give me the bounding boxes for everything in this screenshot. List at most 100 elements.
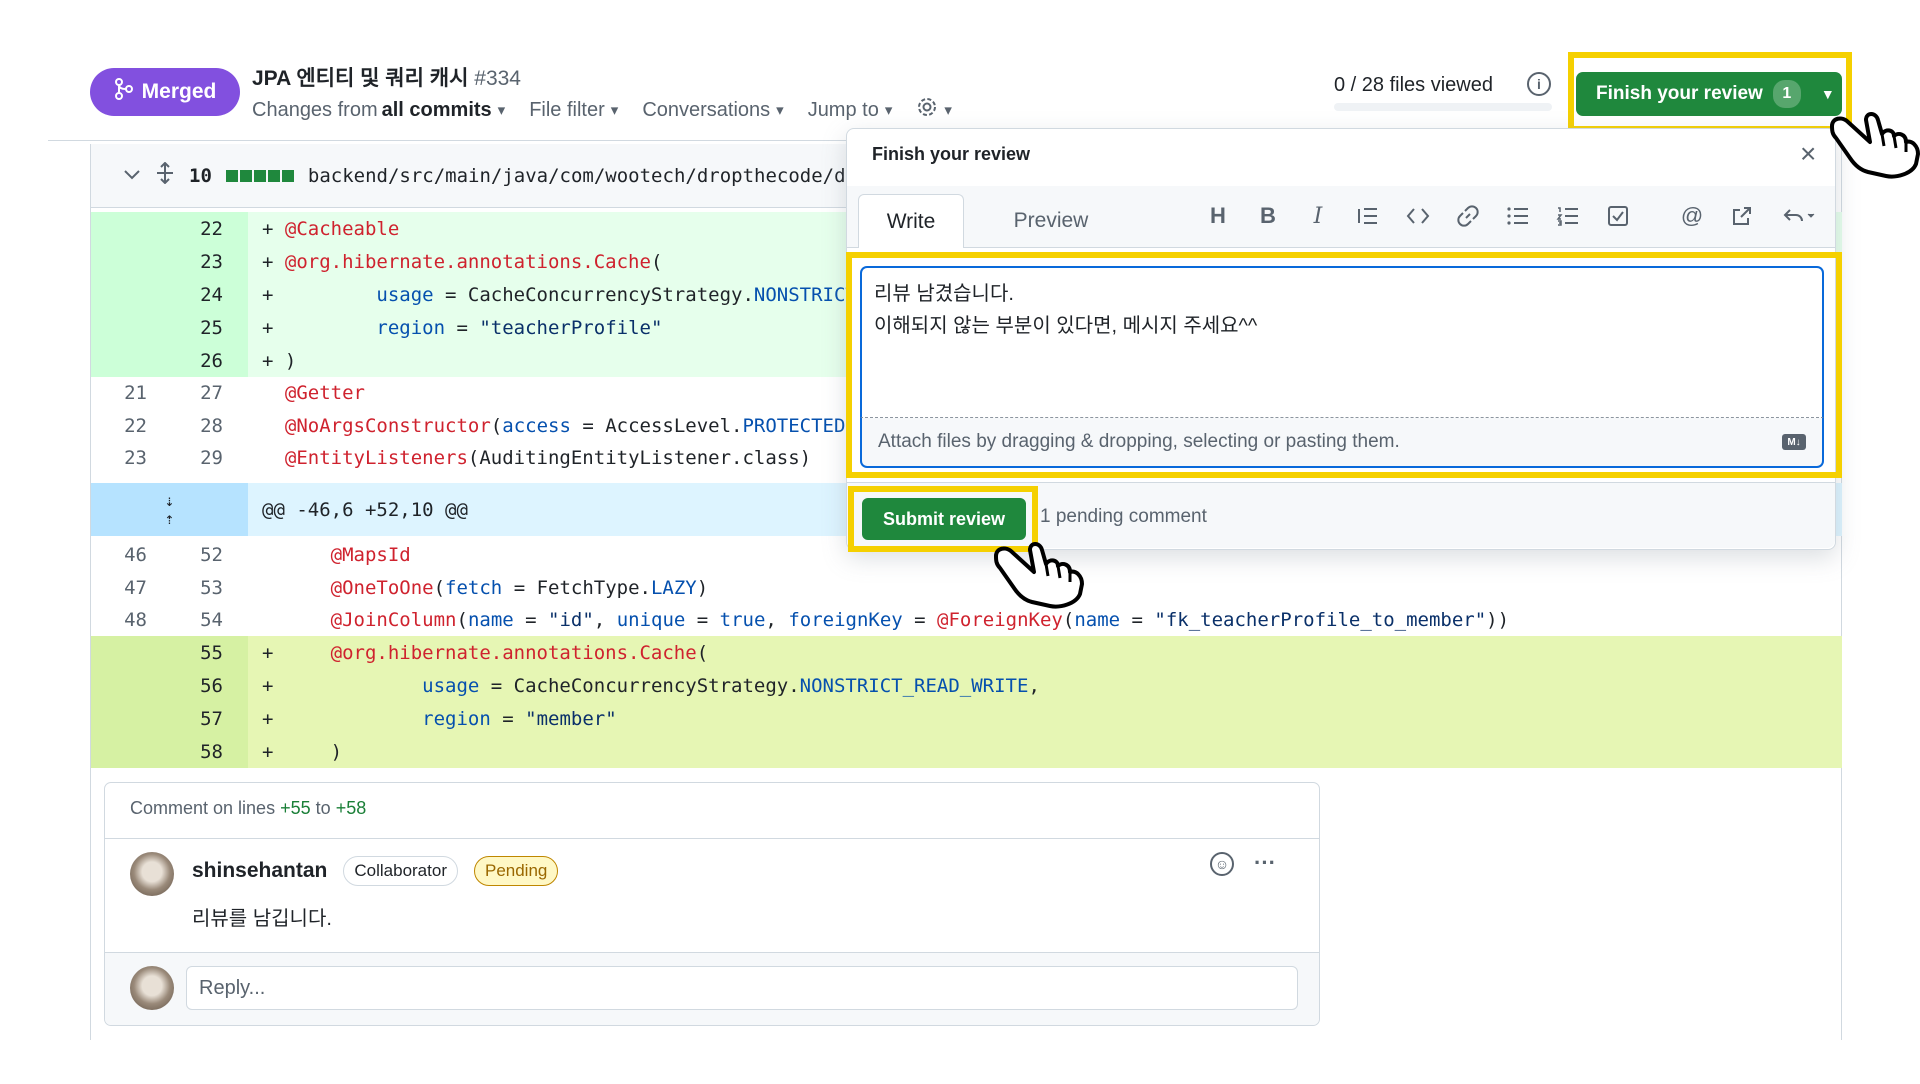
code-text: @Getter bbox=[284, 381, 365, 404]
diff-line: 48 54 @JoinColumn(name = "id", unique = t… bbox=[91, 603, 1842, 636]
merged-label: Merged bbox=[141, 80, 217, 103]
info-icon[interactable]: i bbox=[1527, 72, 1551, 96]
reply-input[interactable]: Reply... bbox=[186, 966, 1298, 1010]
code-text: + @org.hibernate.annotations.Cache( bbox=[262, 250, 663, 273]
line-number-gutter: 58 bbox=[91, 735, 248, 768]
diff-line: 57 + region = "member" bbox=[91, 702, 1842, 735]
line-number-gutter: 23 29 bbox=[91, 441, 248, 474]
header-divider bbox=[48, 140, 848, 141]
cross-reference-icon[interactable] bbox=[1724, 200, 1760, 232]
close-icon[interactable]: × bbox=[1800, 138, 1816, 170]
new-line-number[interactable]: 58 bbox=[153, 741, 233, 763]
new-line-number[interactable]: 54 bbox=[153, 609, 233, 631]
comment-line-to-word: to bbox=[315, 798, 331, 818]
comment-lines-label: Comment on lines +55 to +58 bbox=[130, 798, 366, 819]
collaborator-badge: Collaborator bbox=[343, 856, 458, 886]
diff-line: 56 + usage = CacheConcurrencyStrategy.NON… bbox=[91, 669, 1842, 702]
line-number-gutter: 48 54 bbox=[91, 603, 248, 636]
unordered-list-icon[interactable] bbox=[1500, 200, 1536, 232]
code-text: + region = "teacherProfile" bbox=[262, 316, 663, 339]
code-icon[interactable] bbox=[1400, 200, 1436, 232]
bold-icon[interactable]: B bbox=[1250, 200, 1286, 232]
old-line-number[interactable]: 48 bbox=[91, 609, 153, 631]
diff-line: 58 + ) bbox=[91, 735, 1842, 768]
code-text: + @org.hibernate.annotations.Cache( bbox=[262, 641, 709, 664]
avatar[interactable] bbox=[130, 852, 174, 896]
code-text: + ) bbox=[262, 349, 297, 372]
pending-badge: Pending bbox=[473, 856, 559, 886]
reply-avatar bbox=[130, 966, 174, 1010]
new-line-number[interactable]: 57 bbox=[153, 708, 233, 730]
code-text: + @Cacheable bbox=[262, 217, 400, 240]
tab-preview[interactable]: Preview bbox=[986, 194, 1116, 248]
merged-status-badge: Merged bbox=[90, 68, 240, 116]
new-line-number[interactable]: 25 bbox=[153, 317, 233, 339]
new-line-number[interactable]: 23 bbox=[153, 251, 233, 273]
line-number-gutter: 22 28 bbox=[91, 409, 248, 442]
ordered-list-icon[interactable] bbox=[1550, 200, 1586, 232]
code-text: @JoinColumn(name = "id", unique = true, … bbox=[330, 608, 1510, 631]
diff-line: 55 + @org.hibernate.annotations.Cache( bbox=[91, 636, 1842, 669]
comment-lines-prefix: Comment on lines bbox=[130, 798, 276, 818]
expand-all-icon[interactable] bbox=[155, 161, 175, 190]
code-text: @EntityListeners(AuditingEntityListener.… bbox=[284, 446, 812, 469]
pointer-hand-icon bbox=[1826, 100, 1920, 180]
all-commits-label: all commits bbox=[381, 98, 492, 121]
new-line-number[interactable]: 22 bbox=[153, 218, 233, 240]
new-line-number[interactable]: 53 bbox=[153, 577, 233, 599]
comment-body: 리뷰를 남깁니다. bbox=[192, 908, 332, 930]
changes-from-label: Changes from bbox=[252, 98, 378, 121]
file-path[interactable]: backend/src/main/java/com/wootech/dropth… bbox=[308, 165, 851, 187]
comment-author-row: shinsehantan Collaborator Pending bbox=[192, 856, 559, 886]
new-line-number[interactable]: 27 bbox=[153, 382, 233, 404]
heading-icon[interactable]: H bbox=[1200, 200, 1236, 232]
more-options-icon[interactable]: ··· bbox=[1254, 850, 1276, 876]
file-change-count: 10 bbox=[189, 164, 212, 187]
expand-lines-icon[interactable]: ⇣ ⇡ bbox=[91, 483, 248, 536]
pr-number: #334 bbox=[474, 67, 521, 90]
new-line-number[interactable]: 56 bbox=[153, 675, 233, 697]
comment-divider bbox=[105, 838, 1319, 839]
new-line-number[interactable]: 55 bbox=[153, 642, 233, 664]
comment-author[interactable]: shinsehantan bbox=[192, 859, 327, 883]
conversations-dropdown[interactable]: Conversations bbox=[642, 96, 783, 124]
old-line-number[interactable]: 21 bbox=[91, 382, 153, 404]
tab-write[interactable]: Write bbox=[858, 194, 964, 248]
comment-line-to[interactable]: +58 bbox=[336, 798, 367, 818]
comment-line-from[interactable]: +55 bbox=[280, 798, 311, 818]
collapse-chevron-icon[interactable] bbox=[123, 165, 141, 187]
diff-settings-dropdown[interactable] bbox=[916, 96, 952, 124]
code-text: @MapsId bbox=[330, 543, 411, 566]
diffstat-bar bbox=[225, 169, 294, 182]
gear-icon bbox=[916, 96, 938, 124]
code-text: + ) bbox=[262, 740, 343, 763]
saved-reply-icon[interactable] bbox=[1776, 200, 1822, 232]
old-line-number[interactable]: 23 bbox=[91, 447, 153, 469]
new-line-number[interactable]: 52 bbox=[153, 544, 233, 566]
changes-from-dropdown[interactable]: Changes from all commits bbox=[252, 96, 505, 124]
jump-to-dropdown[interactable]: Jump to bbox=[808, 96, 893, 124]
add-reaction-icon[interactable]: ☺ bbox=[1210, 852, 1234, 876]
file-header: 10 backend/src/main/java/com/wootech/dro… bbox=[91, 144, 851, 208]
code-text: @OneToOne(fetch = FetchType.LAZY) bbox=[330, 576, 709, 599]
file-filter-dropdown[interactable]: File filter bbox=[529, 96, 618, 124]
new-line-number[interactable]: 29 bbox=[153, 447, 233, 469]
link-icon[interactable] bbox=[1450, 200, 1486, 232]
quote-icon[interactable] bbox=[1350, 200, 1386, 232]
code-text: @@ -46,6 +52,10 @@ bbox=[262, 498, 468, 521]
line-number-gutter: 21 27 bbox=[91, 376, 248, 409]
popover-title: Finish your review bbox=[872, 144, 1031, 164]
new-line-number[interactable]: 26 bbox=[153, 350, 233, 372]
new-line-number[interactable]: 24 bbox=[153, 284, 233, 306]
task-list-icon[interactable] bbox=[1600, 200, 1636, 232]
old-line-number[interactable]: 22 bbox=[91, 415, 153, 437]
old-line-number[interactable]: 46 bbox=[91, 544, 153, 566]
mention-icon[interactable]: @ bbox=[1674, 200, 1710, 232]
new-line-number[interactable]: 28 bbox=[153, 415, 233, 437]
line-number-gutter: 23 bbox=[91, 245, 248, 278]
code-text: + region = "member" bbox=[262, 707, 617, 730]
italic-icon[interactable]: I bbox=[1300, 200, 1336, 232]
pr-title-text: JPA 엔티티 및 쿼리 캐시 bbox=[252, 67, 469, 90]
line-number-gutter: 22 bbox=[91, 212, 248, 245]
old-line-number[interactable]: 47 bbox=[91, 577, 153, 599]
